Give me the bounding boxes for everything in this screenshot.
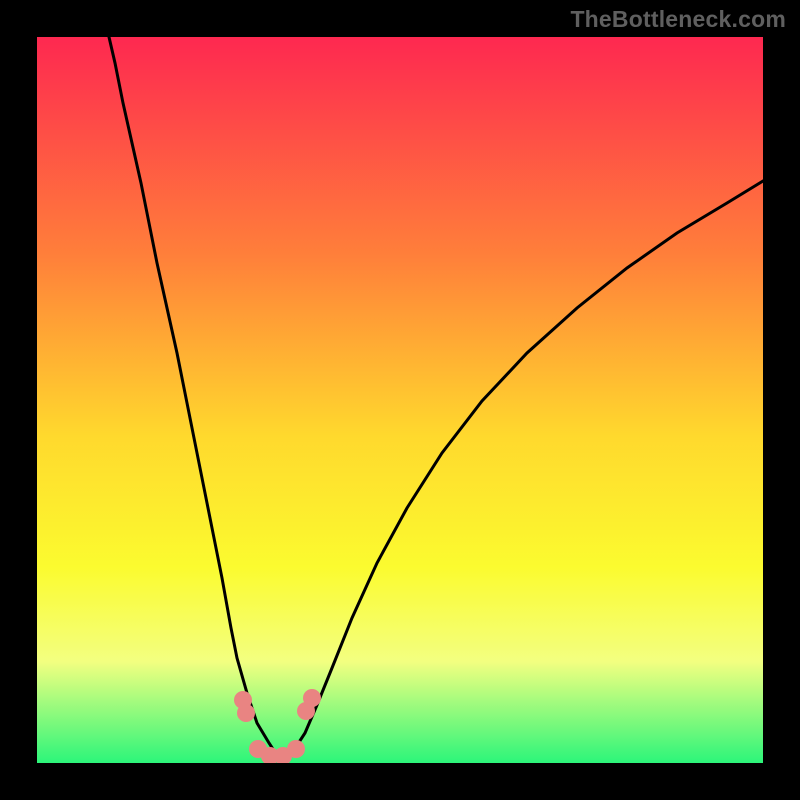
curve-layer [37, 37, 763, 763]
curve-left-branch [109, 37, 282, 763]
data-marker [303, 689, 321, 707]
plot-area [37, 37, 763, 763]
watermark-text: TheBottleneck.com [570, 6, 786, 33]
data-marker [237, 704, 255, 722]
chart-frame: TheBottleneck.com [0, 0, 800, 800]
curve-right-branch [282, 181, 763, 763]
data-marker [287, 740, 305, 758]
